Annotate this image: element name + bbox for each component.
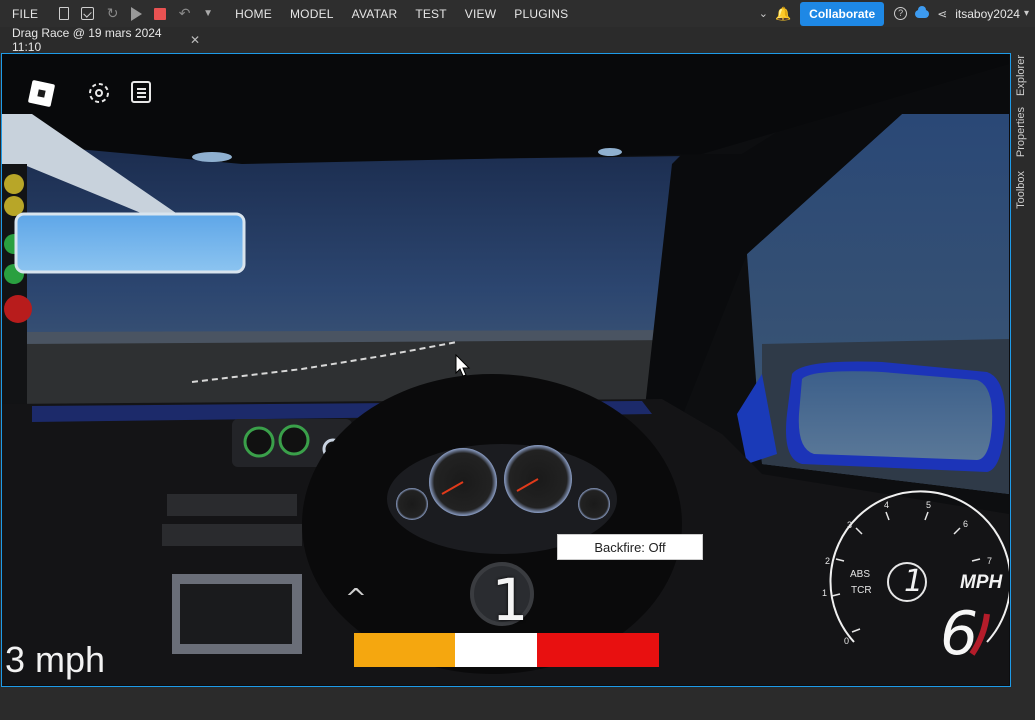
rear-view-mirror [14,212,246,274]
rev-bar-segment [354,633,455,667]
collaborate-button[interactable]: Collaborate [800,1,885,26]
bottom-strip [0,690,1035,720]
save-icon[interactable] [81,7,95,20]
rev-bar [354,633,659,667]
hud-tick-4: 4 [884,500,889,510]
small-gauge-right [578,488,610,520]
mph-unit-label: MPH [960,572,1003,593]
undo-icon[interactable]: ↶ [178,6,191,20]
console-vent-1 [167,494,297,516]
selection-mode-icon[interactable] [87,81,111,105]
gauge-gear-number: 1 [904,564,924,599]
play-icon[interactable] [131,6,143,21]
document-tab-strip: Drag Race @ 19 mars 2024 11:10 ✕ [0,26,1035,54]
share-icon[interactable]: ⋖ [937,7,947,21]
roblox-menu-icon[interactable] [27,79,56,108]
document-tab[interactable]: Drag Race @ 19 mars 2024 11:10 ✕ [0,26,200,54]
mph-value: 6 [940,599,979,669]
tab-view[interactable]: VIEW [456,7,505,21]
hud-tick-2: 2 [825,556,830,566]
tab-home[interactable]: HOME [226,7,281,21]
dock-tab-toolbox[interactable]: Toolbox [1015,171,1027,209]
redo-icon[interactable]: ↻ [106,6,119,20]
gear-indicator: 1 [491,566,529,634]
help-icon[interactable]: ? [894,7,908,20]
file-menu[interactable]: FILE [0,7,47,21]
notification-bell-icon[interactable]: 🔔 [775,6,791,22]
console-vent-2 [162,524,302,546]
menubar-right-group: ⌄ 🔔 Collaborate ? ⋖ itsaboy2024 ▾ [755,1,1035,26]
roof-light [192,152,232,162]
mouse-cursor-icon [455,354,471,377]
username[interactable]: itsaboy2024 [955,7,1020,21]
hud-tick-5: 5 [926,500,931,510]
tab-test[interactable]: TEST [406,7,455,21]
hud-tick-0: 0 [844,636,849,646]
side-mirror-glass [798,371,993,460]
new-file-icon[interactable] [59,7,70,20]
dock-tab-explorer[interactable]: Explorer [1015,55,1027,96]
hud-tick-3: 3 [847,520,852,530]
tab-model[interactable]: MODEL [281,7,343,21]
tab-avatar[interactable]: AVATAR [343,7,407,21]
tree-light-amber [4,174,24,194]
dock-tab-properties[interactable]: Properties [1015,107,1027,157]
rev-bar-segment [454,633,537,667]
right-dock: Explorer Properties Toolbox [1011,53,1035,693]
hud-tick-1: 1 [822,588,827,598]
top-menu-bar: FILE ↻ ↶ ▼ HOME MODEL AVATAR TEST VIEW P… [0,0,1035,27]
small-gauge-left [396,488,428,520]
hud-tick-6: 6 [963,519,968,529]
quick-access-dropdown-icon[interactable]: ▼ [203,7,216,20]
chevron-down-icon[interactable]: ⌄ [759,7,768,20]
abs-indicator: ABS [850,569,871,580]
chat-icon[interactable] [131,81,151,103]
stop-icon[interactable] [154,7,167,20]
game-viewport[interactable]: 0 1 2 3 4 5 6 7 3 mph Backfire: Off ^ 1 [1,53,1011,687]
aux-gauge-2 [278,424,310,456]
roof-light-right [598,148,622,156]
rev-bar-segment [536,633,659,667]
backfire-toggle[interactable]: Backfire: Off [557,534,703,560]
shift-up-indicator: ^ [345,584,367,614]
console-radio [180,584,292,644]
speed-readout: 3 mph [5,639,106,680]
document-tab-title: Drag Race @ 19 mars 2024 11:10 [12,26,162,54]
aux-gauge-1 [243,426,275,458]
tcr-indicator: TCR [851,585,872,596]
cloud-icon[interactable] [915,5,930,18]
tab-plugins[interactable]: PLUGINS [505,7,577,21]
tree-light-red [4,295,32,323]
close-icon[interactable]: ✕ [190,33,200,47]
hud-tick-7: 7 [987,556,992,566]
user-menu-chevron-icon[interactable]: ▾ [1024,8,1029,19]
